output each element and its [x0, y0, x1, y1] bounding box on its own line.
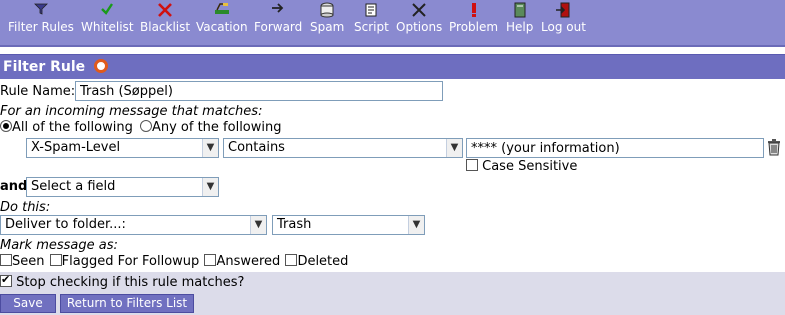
- funnel-icon: [8, 2, 74, 19]
- chevron-down-icon: ▼: [446, 139, 462, 157]
- spam-can-icon: [310, 2, 344, 19]
- action-select[interactable]: Deliver to folder...: ▼: [0, 215, 267, 235]
- answered-checkbox[interactable]: [204, 254, 217, 266]
- incoming-label: For an incoming message that matches:: [0, 104, 263, 119]
- help-lifebuoy-icon[interactable]: [94, 59, 109, 73]
- condition-value-input[interactable]: [466, 138, 764, 158]
- mark-message-label: Mark message as:: [0, 238, 118, 253]
- beach-chair-icon: [196, 2, 248, 19]
- match-mode-row: All of the following Any of the followin…: [0, 120, 282, 135]
- add-field-select[interactable]: Select a field ▼: [26, 177, 219, 197]
- page-title: Filter Rule: [3, 59, 86, 75]
- any-of-following-radio[interactable]: [139, 120, 152, 132]
- help-book-icon: [506, 2, 533, 19]
- deleted-label: Deleted: [297, 254, 349, 269]
- do-this-label: Do this:: [0, 200, 51, 215]
- folder-select[interactable]: Trash ▼: [272, 215, 425, 235]
- rule-name-label: Rule Name:: [0, 84, 76, 99]
- trash-can-icon[interactable]: [767, 139, 781, 160]
- red-x-icon: [140, 2, 190, 19]
- stop-checking-row: Stop checking if this rule matches?: [0, 273, 245, 290]
- condition-operator-select[interactable]: Contains ▼: [223, 138, 463, 158]
- condition-field-select[interactable]: X-Spam-Level ▼: [26, 138, 219, 158]
- chevron-down-icon: ▼: [250, 216, 266, 234]
- toolbar-vacation[interactable]: Vacation: [196, 2, 248, 34]
- chevron-down-icon: ▼: [202, 178, 218, 196]
- rule-name-input[interactable]: [75, 81, 443, 101]
- exit-door-icon: [541, 2, 586, 19]
- any-label: Any of the following: [151, 120, 282, 135]
- and-label: and: [0, 179, 28, 194]
- chevron-down-icon: ▼: [202, 139, 218, 157]
- all-label: All of the following: [12, 120, 133, 135]
- toolbar-help[interactable]: Help: [506, 2, 533, 34]
- tools-icon: [396, 2, 442, 19]
- toolbar-filter-rules[interactable]: Filter Rules: [8, 2, 74, 34]
- case-sensitive-label: Case Sensitive: [482, 159, 578, 174]
- toolbar-script[interactable]: Script: [354, 2, 389, 34]
- flagged-checkbox[interactable]: [49, 254, 62, 266]
- checkmark-icon: [81, 2, 134, 19]
- stop-checking-label: Stop checking if this rule matches?: [16, 275, 245, 290]
- toolbar-options[interactable]: Options: [396, 2, 442, 34]
- return-to-filters-button[interactable]: Return to Filters List: [60, 294, 194, 313]
- toolbar-spam[interactable]: Spam: [310, 2, 344, 34]
- toolbar-whitelist[interactable]: Whitelist: [81, 2, 134, 34]
- arrow-right-icon: [254, 2, 302, 19]
- answered-label: Answered: [216, 254, 281, 269]
- toolbar: Filter Rules Whitelist Blacklist Vacatio…: [0, 0, 785, 47]
- seen-checkbox[interactable]: [0, 254, 12, 266]
- filter-rule-header: Filter Rule: [0, 54, 785, 79]
- case-sensitive-row: Case Sensitive: [466, 159, 577, 174]
- chevron-down-icon: ▼: [408, 216, 424, 234]
- mark-flags-row: Seen Flagged For Followup Answered Delet…: [0, 254, 348, 269]
- toolbar-problem[interactable]: Problem: [449, 2, 498, 34]
- script-scroll-icon: [354, 2, 389, 19]
- toolbar-forward[interactable]: Forward: [254, 2, 302, 34]
- all-of-following-radio[interactable]: [0, 120, 12, 132]
- deleted-checkbox[interactable]: [285, 254, 298, 266]
- toolbar-blacklist[interactable]: Blacklist: [140, 2, 190, 34]
- case-sensitive-checkbox[interactable]: [466, 159, 478, 171]
- save-button[interactable]: Save: [0, 294, 56, 313]
- seen-label: Seen: [12, 254, 45, 269]
- toolbar-log-out[interactable]: Log out: [541, 2, 586, 34]
- flagged-label: Flagged For Followup: [61, 254, 200, 269]
- stop-checking-checkbox[interactable]: [0, 273, 12, 287]
- exclamation-icon: [449, 2, 498, 19]
